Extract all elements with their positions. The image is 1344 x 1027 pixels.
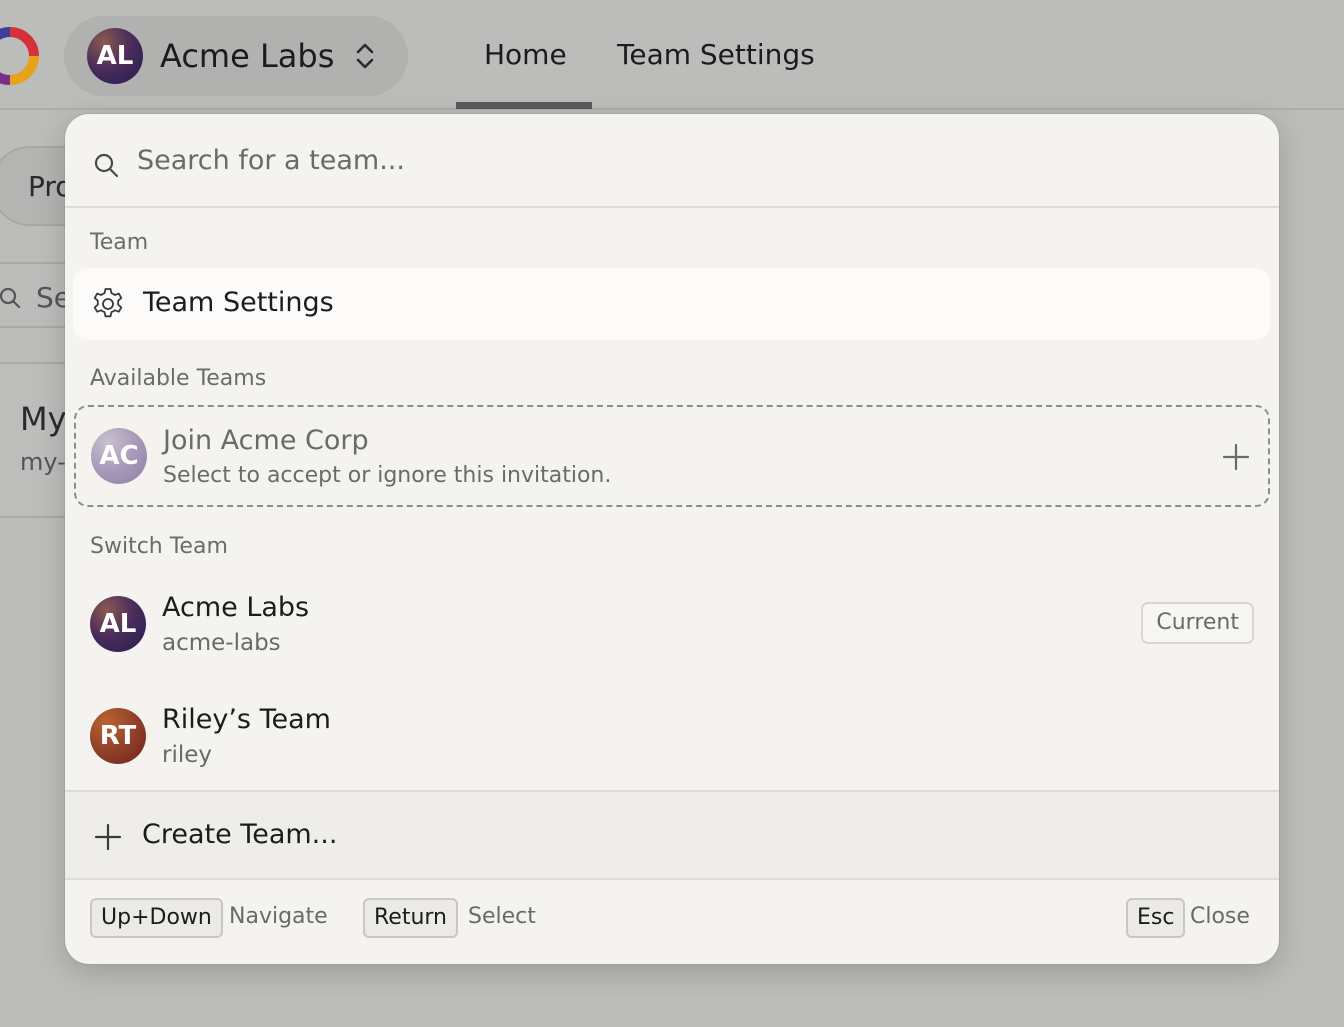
search-icon <box>94 153 119 178</box>
hint-close: Close <box>1190 904 1250 929</box>
key-esc: Esc <box>1126 898 1186 938</box>
team-name: Riley’s Team <box>162 704 331 735</box>
team-slug: riley <box>162 742 212 768</box>
invitation-item[interactable]: AC Join Acme Corp Select to accept or ig… <box>74 405 1270 507</box>
avatar: AC <box>91 428 147 484</box>
team-search-input[interactable] <box>137 136 1237 184</box>
team-settings-label: Team Settings <box>143 287 334 318</box>
chevron-updown-icon <box>356 43 374 69</box>
plus-icon[interactable] <box>1222 443 1250 471</box>
hint-navigate: Navigate <box>229 904 328 929</box>
key-updown: Up+Down <box>90 898 223 938</box>
project-card-slug: my- <box>20 448 66 476</box>
create-team-label: Create Team... <box>142 819 338 850</box>
invitation-subtitle: Select to accept or ignore this invitati… <box>163 463 612 488</box>
team-settings-item[interactable]: Team Settings <box>73 268 1270 340</box>
create-team-button[interactable]: Create Team... <box>65 790 1279 880</box>
current-team-name: Acme Labs <box>160 37 335 75</box>
top-bar: AL Acme Labs Home Team Settings <box>0 0 1344 110</box>
team-slug: acme-labs <box>162 630 281 656</box>
team-name: Acme Labs <box>162 592 310 623</box>
tab-home[interactable]: Home <box>484 38 567 71</box>
keyboard-hints: Up+Down Navigate Return Select Esc Close <box>65 880 1279 964</box>
section-label-available-teams: Available Teams <box>90 366 267 391</box>
team-search-bar <box>65 114 1279 208</box>
project-card-title: My <box>20 400 67 438</box>
section-label-switch-team: Switch Team <box>90 534 228 559</box>
app-window: AL Acme Labs Home Team Settings Projects… <box>0 0 1344 1027</box>
search-icon <box>0 287 21 309</box>
plus-icon <box>94 823 122 851</box>
app-logo[interactable] <box>0 26 40 86</box>
key-return: Return <box>363 898 459 938</box>
team-item-rileys-team[interactable]: RT Riley’s Team riley <box>65 680 1279 792</box>
team-item-acme-labs[interactable]: AL Acme Labs acme-labs Current <box>65 568 1279 680</box>
invitation-title: Join Acme Corp <box>163 425 369 456</box>
section-label-team: Team <box>90 230 149 255</box>
team-switcher-popover: Team Team Settings Available Teams AC Jo… <box>65 114 1279 964</box>
hint-select: Select <box>468 904 536 929</box>
active-tab-indicator <box>456 102 592 109</box>
avatar: AL <box>87 28 143 84</box>
tab-team-settings[interactable]: Team Settings <box>617 38 815 71</box>
avatar: AL <box>90 596 146 652</box>
gear-icon <box>93 288 123 318</box>
team-switcher-button[interactable]: AL Acme Labs <box>64 16 408 96</box>
current-badge: Current <box>1141 602 1254 644</box>
avatar: RT <box>90 708 146 764</box>
